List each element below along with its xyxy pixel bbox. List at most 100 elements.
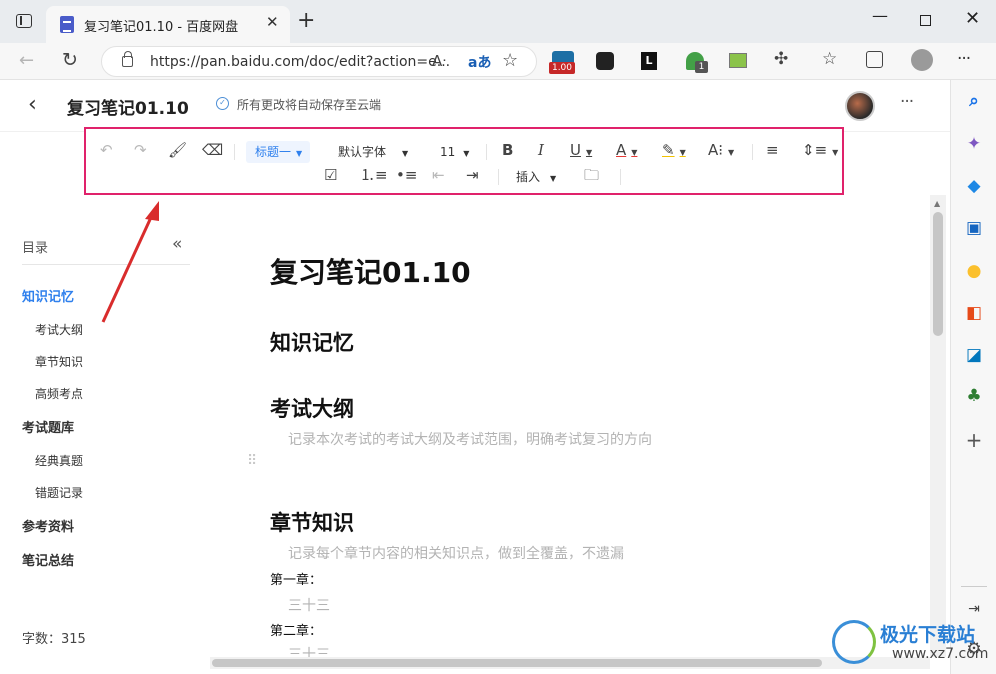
refresh-icon[interactable]: ↻	[62, 51, 78, 70]
sidebar-office-icon[interactable]: ◧	[963, 302, 985, 324]
extension-3-icon[interactable]: L	[641, 52, 657, 70]
line-spacing-icon[interactable]: ⇕≡ ▼	[802, 141, 838, 162]
site-watermark: 极光下载站 www.xz7.com	[832, 616, 992, 668]
numbered-list-icon[interactable]: ⒈≡	[360, 166, 388, 184]
bold-icon[interactable]: B	[502, 141, 513, 159]
undo-icon[interactable]: ↶	[100, 141, 113, 159]
user-avatar[interactable]	[845, 91, 875, 121]
align-left-icon[interactable]: ≡	[766, 141, 779, 159]
translate-icon[interactable]: aあ	[468, 52, 491, 72]
placeholder-chapter-knowledge[interactable]: 记录每个章节内容的相关知识点，做到全覆盖，不遗漏	[288, 543, 624, 563]
text-style-icon[interactable]: A⁝ ▼	[708, 141, 734, 162]
heading-style-select[interactable]: 标题一 ▼	[246, 141, 310, 163]
extension-4-badge: 1	[695, 61, 708, 73]
save-status-text: 所有更改将自动保存至云端	[237, 98, 382, 112]
redo-icon[interactable]: ↷	[134, 141, 147, 159]
font-family-select[interactable]: 默认字体 ▼	[338, 143, 408, 163]
chevron-down-icon: ▼	[402, 149, 409, 158]
toc-item-knowledge-memory[interactable]: 知识记忆	[22, 286, 74, 305]
font-family-value: 默认字体	[338, 145, 387, 159]
new-tab-button[interactable]: +	[297, 8, 315, 33]
add-favorite-icon[interactable]: ☆	[502, 50, 518, 71]
toolbar-divider	[620, 169, 621, 185]
chapter-1-placeholder[interactable]: 三十三	[288, 595, 330, 615]
favorites-icon[interactable]: ☆	[822, 50, 837, 68]
toc-collapse-icon[interactable]: «	[172, 234, 182, 254]
folder-icon[interactable]: 🗀	[584, 166, 599, 184]
back-chevron-icon[interactable]: ‹	[28, 92, 37, 117]
scroll-up-arrow-icon[interactable]: ▲	[934, 199, 940, 208]
address-bar[interactable]: https://pan.baidu.com/doc/edit?action=e.…	[101, 46, 537, 77]
format-painter-icon[interactable]: 🖌︎	[168, 141, 187, 159]
toc-item-references[interactable]: 参考资料	[22, 516, 74, 535]
toc-item-mistake-log[interactable]: 错题记录	[35, 484, 83, 501]
sidebar-shopping-tag-icon[interactable]: ◆	[963, 175, 985, 197]
toc-item-chapter-knowledge[interactable]: 章节知识	[35, 353, 83, 370]
eraser-clear-format-icon[interactable]: ⌫	[202, 141, 223, 159]
horizontal-scroll-thumb[interactable]	[212, 659, 822, 667]
placeholder-exam-outline[interactable]: 记录本次考试的考试大纲及考试范围，明确考试复习的方向	[288, 429, 652, 449]
chapter-2-label[interactable]: 第二章：	[270, 620, 322, 639]
heading-style-value: 标题一	[255, 145, 292, 159]
window-close-button[interactable]: ✕	[965, 8, 980, 29]
doc-more-icon[interactable]: ···	[900, 92, 914, 112]
toc-item-frequent-points[interactable]: 高频考点	[35, 385, 83, 402]
read-aloud-icon[interactable]: Aᐧ	[432, 52, 446, 70]
font-color-icon[interactable]: A ▼	[616, 141, 637, 162]
collections-icon[interactable]	[866, 51, 883, 68]
lock-icon[interactable]	[122, 51, 133, 67]
toc-item-classic-questions[interactable]: 经典真题	[35, 452, 83, 469]
vertical-scrollbar[interactable]: ▲	[930, 195, 946, 657]
chapter-1-label[interactable]: 第一章：	[270, 569, 322, 588]
extensions-puzzle-icon[interactable]: ✣	[774, 50, 788, 68]
window-maximize-button[interactable]	[920, 15, 931, 26]
tab-title: 复习笔记01.10 - 百度网盘	[84, 20, 239, 35]
chevron-down-icon: ▼	[832, 148, 839, 157]
chevron-down-icon: ▼	[631, 148, 638, 157]
extension-2-icon[interactable]	[596, 52, 614, 70]
document-title[interactable]: 复习笔记01.10	[270, 251, 471, 291]
url-text[interactable]: https://pan.baidu.com/doc/edit?action=e.…	[150, 54, 450, 70]
toc-title: 目录	[22, 241, 49, 256]
back-arrow-icon[interactable]: ←	[19, 52, 34, 70]
browser-tabstrip: 复习笔记01.10 - 百度网盘 ✕ + — ✕	[0, 0, 996, 43]
block-drag-handle-icon[interactable]: ⠿	[247, 453, 257, 469]
sidebar-search-icon[interactable]: ⌕	[963, 90, 985, 112]
insert-menu[interactable]: 插入 ▼	[516, 168, 556, 188]
watermark-logo-icon	[832, 620, 876, 664]
tab-actions-icon[interactable]	[16, 14, 32, 28]
profile-avatar[interactable]	[911, 49, 933, 71]
extension-5-icon[interactable]	[729, 53, 747, 68]
font-size-select[interactable]: 11 ▼	[440, 143, 469, 163]
sidebar-outlook-icon[interactable]: ◪	[963, 344, 985, 366]
toc-item-summary[interactable]: 笔记总结	[22, 550, 74, 569]
sidebar-tools-icon[interactable]: ▣	[963, 217, 985, 239]
italic-icon[interactable]: I	[538, 141, 544, 159]
sidebar-divider	[961, 586, 987, 587]
toc-item-exam-bank[interactable]: 考试题库	[22, 417, 74, 436]
highlight-color-icon[interactable]: ✎ ▼	[662, 141, 686, 162]
browser-menu-more-icon[interactable]: ···	[957, 49, 971, 69]
checklist-icon[interactable]: ☑	[324, 166, 337, 184]
heading-section-1[interactable]: 知识记忆	[270, 327, 354, 357]
sidebar-games-icon[interactable]: ●	[963, 260, 985, 282]
indent-icon[interactable]: ⇥	[466, 166, 479, 184]
doc-title[interactable]: 复习笔记01.10	[67, 94, 189, 119]
outdent-icon[interactable]: ⇤	[432, 166, 445, 184]
sidebar-add-icon[interactable]: +	[963, 429, 985, 451]
tab-close-icon[interactable]: ✕	[266, 13, 279, 31]
horizontal-scrollbar[interactable]	[210, 657, 930, 669]
editor-toolbar: ↶ ↷ 🖌︎ ⌫ 标题一 ▼ 默认字体 ▼ 11 ▼ B I U ▼ A ▼ ✎ ▼ A⁝ ▼…	[84, 127, 844, 195]
toc-item-exam-outline[interactable]: 考试大纲	[35, 321, 83, 338]
underline-icon[interactable]: U ▼	[570, 141, 592, 162]
bulleted-list-icon[interactable]: •≡	[396, 166, 417, 184]
heading-section-1-1[interactable]: 考试大纲	[270, 393, 354, 423]
browser-tab-active[interactable]: 复习笔记01.10 - 百度网盘 ✕	[46, 6, 290, 43]
sidebar-copilot-icon[interactable]: ✦	[963, 133, 985, 155]
vertical-scroll-thumb[interactable]	[933, 212, 943, 336]
window-minimize-button[interactable]: —	[872, 6, 888, 25]
toolbar-divider	[752, 144, 753, 160]
browser-toolbar: ← ↻ https://pan.baidu.com/doc/edit?actio…	[0, 43, 996, 80]
heading-section-1-2[interactable]: 章节知识	[270, 507, 354, 537]
sidebar-tree-icon[interactable]: ♣	[963, 385, 985, 407]
